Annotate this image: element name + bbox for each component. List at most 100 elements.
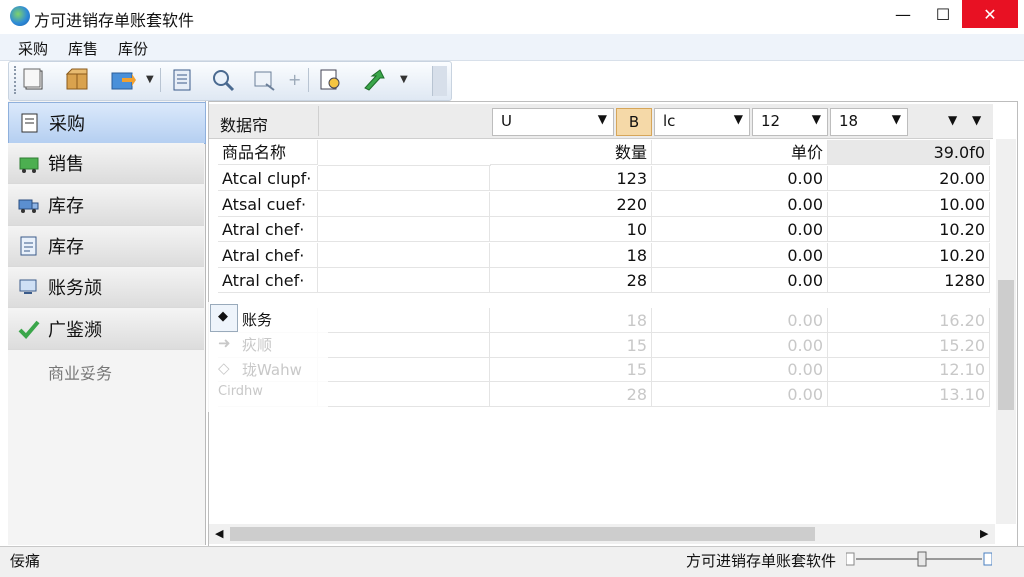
vertical-scroll-thumb[interactable] [998,280,1014,410]
chevron-down-icon: ▼ [891,112,901,126]
maximize-button[interactable]: ☐ [920,0,966,28]
table-cell[interactable] [318,357,490,382]
sidebar-item-sales[interactable]: 销售 [8,143,204,184]
table-cell[interactable]: 16.20 [828,308,990,333]
table-cell[interactable]: 13.10 [828,381,990,407]
column-header[interactable]: 商品名称 [218,140,318,165]
table-cell[interactable]: Atral chef· [218,217,318,242]
zoom-out-icon[interactable] [252,68,278,92]
table-cell[interactable]: 0.00 [652,308,828,333]
menu-item-stock[interactable]: 库份 [118,38,148,59]
overflow-dropdown-icon[interactable]: ▼ [972,113,981,127]
table-cell[interactable]: 28 [490,381,652,407]
sidebar-item-label: 账务颃 [48,278,102,299]
table-cell[interactable]: 0.00 [652,191,828,217]
package-icon[interactable] [64,68,90,92]
table-cell[interactable] [318,242,490,268]
search-icon[interactable] [210,68,236,92]
document-search-icon[interactable] [318,68,344,92]
table-cell[interactable]: 10 [490,217,652,242]
table-cell[interactable]: 0.00 [652,268,828,293]
column-header[interactable] [318,140,491,166]
checkmark-icon [18,320,40,339]
table-cell[interactable]: 15 [490,357,652,382]
table-cell[interactable]: 20.00 [828,166,990,191]
sidebar-item-purchase[interactable]: 采购 [8,102,206,144]
table-cell[interactable]: 18 [490,308,652,333]
grid-divider [318,106,319,136]
status-app-name: 方可进销存单账套软件 [686,552,837,570]
sidebar-item-label: 库存 [48,196,84,217]
print-preview-icon[interactable] [170,68,196,92]
popup-item[interactable]: 珑Wahw [242,359,302,380]
table-cell[interactable]: Atral chef· [218,268,318,293]
popup-item[interactable]: 疢顺 [242,334,272,355]
table-cell[interactable]: Atsal cuef· [218,191,318,217]
table-cell[interactable]: 1280 [828,268,990,293]
table-cell[interactable] [318,381,490,407]
popup-item[interactable]: Cirdhw [218,384,263,399]
table-cell[interactable]: Atral chef· [218,242,318,268]
table-cell[interactable]: 18 [490,242,652,268]
size-combo[interactable]: 12 ▼ [752,108,828,136]
toolbar-separator [308,68,309,92]
table-cell[interactable]: 220 [490,191,652,217]
report-icon [20,236,37,256]
sidebar-item-accounts[interactable]: 账务颃 [8,267,204,308]
table-cell[interactable]: 0.00 [652,357,828,382]
sidebar-item-stock-2[interactable]: 库存 [8,226,204,267]
table-cell[interactable]: 0.00 [652,242,828,268]
table-cell[interactable]: 0.00 [652,381,828,407]
horizontal-scroll-thumb[interactable] [230,527,815,541]
more-dropdown-icon[interactable]: ▼ [948,113,957,127]
app-logo-icon [10,6,30,26]
scroll-left-icon[interactable]: ◀ [215,527,223,540]
style-combo[interactable]: lc ▼ [654,108,750,136]
menu-bar [0,34,1024,61]
close-button[interactable]: ✕ [962,0,1018,28]
bold-button[interactable]: B [616,108,652,136]
table-cell[interactable]: 0.00 [652,332,828,358]
column-header[interactable]: 数量 [490,140,652,165]
table-cell[interactable]: 10.00 [828,191,990,217]
status-text: 佞痛 [10,552,41,570]
table-cell[interactable]: 28 [490,268,652,293]
send-arrow-icon[interactable] [362,68,388,92]
table-cell[interactable] [318,268,490,293]
table-cell[interactable] [318,217,490,242]
menu-item-sales[interactable]: 库售 [68,38,98,59]
new-document-icon[interactable] [22,68,48,92]
column-header[interactable]: 39.0f0 [828,140,990,165]
menu-item-purchase[interactable]: 采购 [18,38,48,59]
export-dropdown-arrow[interactable]: ▼ [146,74,154,85]
table-cell[interactable]: Atcal clupf· [218,166,318,191]
table-cell[interactable] [318,166,490,191]
send-dropdown-arrow[interactable]: ▼ [400,74,408,85]
scroll-right-icon[interactable]: ▶ [980,527,988,540]
table-cell[interactable]: 0.00 [652,217,828,242]
sidebar-subitem[interactable]: 商业妥务 [48,360,112,384]
sidebar-item-label: 广鉴濒 [48,320,102,341]
toolbar-overflow[interactable] [432,66,447,96]
table-cell[interactable]: 0.00 [652,166,828,191]
table-cell[interactable] [318,191,490,217]
zoom-slider[interactable] [846,551,992,567]
table-cell[interactable] [318,308,490,333]
table-cell[interactable]: 15.20 [828,332,990,358]
column-header[interactable]: 单价 [652,140,828,165]
sidebar-item-settings[interactable]: 广鉴濒 [8,309,204,350]
table-cell[interactable] [318,332,490,358]
width-combo[interactable]: 18 ▼ [830,108,908,136]
table-cell[interactable]: 123 [490,166,652,191]
table-cell[interactable]: 12.10 [828,357,990,382]
circle-icon: ◇ [218,359,230,377]
table-cell[interactable]: 10.20 [828,242,990,268]
popup-item[interactable]: 账务 [242,309,272,330]
export-icon[interactable] [110,68,136,92]
toolbar-grip[interactable] [14,66,20,94]
sidebar-item-stock[interactable]: 库存 [8,185,204,226]
sidebar-item-label: 采购 [49,114,85,135]
table-cell[interactable]: 10.20 [828,217,990,242]
table-cell[interactable]: 15 [490,332,652,358]
font-combo[interactable]: U ▼ [492,108,614,136]
